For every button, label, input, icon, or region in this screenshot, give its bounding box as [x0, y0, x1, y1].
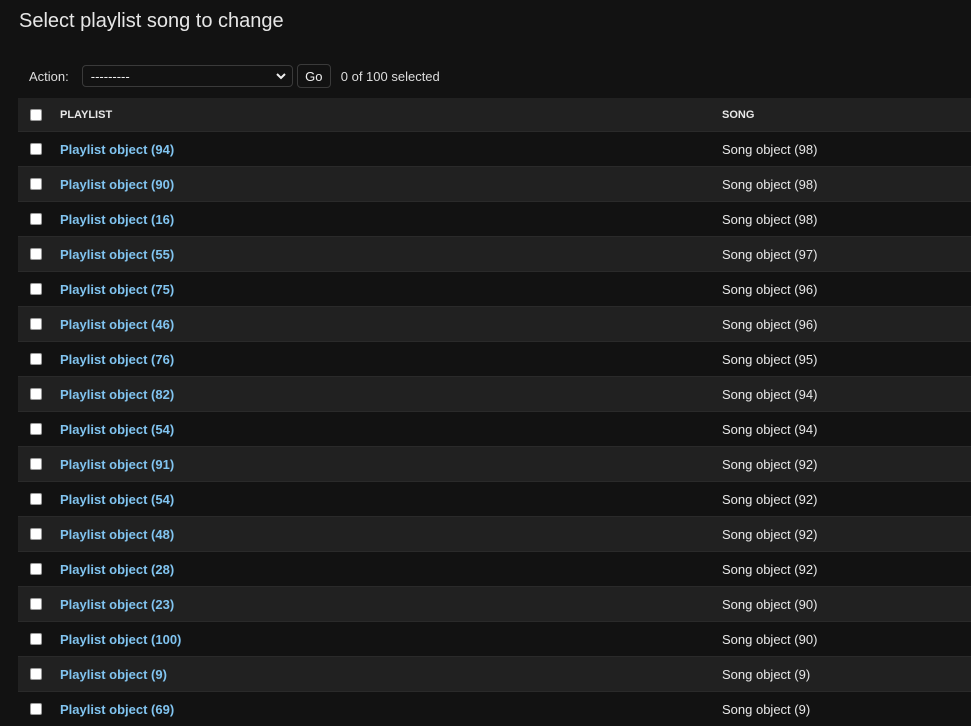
- select-all-checkbox[interactable]: [30, 109, 42, 121]
- action-select-value: ---------: [91, 69, 130, 84]
- row-checkbox[interactable]: [30, 318, 42, 330]
- action-select[interactable]: ---------: [82, 65, 293, 87]
- table-row: Playlist object (100) Song object (90): [18, 622, 971, 657]
- playlist-link[interactable]: Playlist object (54): [60, 492, 174, 507]
- column-header-playlist[interactable]: PLAYLIST: [60, 98, 722, 132]
- row-checkbox[interactable]: [30, 213, 42, 225]
- chevron-down-icon: [276, 73, 286, 80]
- row-checkbox[interactable]: [30, 633, 42, 645]
- playlist-link[interactable]: Playlist object (48): [60, 527, 174, 542]
- playlist-link[interactable]: Playlist object (82): [60, 387, 174, 402]
- results-table: PLAYLIST SONG Playlist object (94) Song …: [18, 98, 971, 726]
- song-cell: Song object (97): [722, 237, 971, 272]
- action-bar: Action: --------- Go 0 of 100 selected: [29, 64, 440, 88]
- row-checkbox[interactable]: [30, 283, 42, 295]
- table-row: Playlist object (75) Song object (96): [18, 272, 971, 307]
- row-checkbox[interactable]: [30, 458, 42, 470]
- table-row: Playlist object (54) Song object (92): [18, 482, 971, 517]
- playlist-link[interactable]: Playlist object (55): [60, 247, 174, 262]
- table-row: Playlist object (48) Song object (92): [18, 517, 971, 552]
- song-cell: Song object (98): [722, 167, 971, 202]
- page-title: Select playlist song to change: [19, 10, 284, 33]
- action-label: Action:: [29, 69, 69, 84]
- table-row: Playlist object (9) Song object (9): [18, 657, 971, 692]
- playlist-link[interactable]: Playlist object (46): [60, 317, 174, 332]
- table-row: Playlist object (23) Song object (90): [18, 587, 971, 622]
- table-row: Playlist object (69) Song object (9): [18, 692, 971, 726]
- song-cell: Song object (9): [722, 657, 971, 692]
- playlist-link[interactable]: Playlist object (9): [60, 667, 167, 682]
- go-button[interactable]: Go: [297, 64, 331, 88]
- row-checkbox[interactable]: [30, 528, 42, 540]
- song-cell: Song object (96): [722, 272, 971, 307]
- playlist-link[interactable]: Playlist object (75): [60, 282, 174, 297]
- row-checkbox[interactable]: [30, 563, 42, 575]
- row-checkbox[interactable]: [30, 248, 42, 260]
- song-cell: Song object (96): [722, 307, 971, 342]
- row-checkbox[interactable]: [30, 388, 42, 400]
- playlist-link[interactable]: Playlist object (100): [60, 632, 181, 647]
- row-checkbox[interactable]: [30, 668, 42, 680]
- playlist-link[interactable]: Playlist object (69): [60, 702, 174, 717]
- song-cell: Song object (98): [722, 132, 971, 167]
- song-cell: Song object (92): [722, 447, 971, 482]
- song-cell: Song object (90): [722, 622, 971, 657]
- playlist-link[interactable]: Playlist object (54): [60, 422, 174, 437]
- playlist-link[interactable]: Playlist object (28): [60, 562, 174, 577]
- table-row: Playlist object (90) Song object (98): [18, 167, 971, 202]
- row-checkbox[interactable]: [30, 143, 42, 155]
- playlist-link[interactable]: Playlist object (23): [60, 597, 174, 612]
- row-checkbox[interactable]: [30, 353, 42, 365]
- playlist-link[interactable]: Playlist object (76): [60, 352, 174, 367]
- row-checkbox[interactable]: [30, 178, 42, 190]
- table-row: Playlist object (91) Song object (92): [18, 447, 971, 482]
- table-row: Playlist object (46) Song object (96): [18, 307, 971, 342]
- song-cell: Song object (94): [722, 377, 971, 412]
- playlist-link[interactable]: Playlist object (91): [60, 457, 174, 472]
- table-row: Playlist object (55) Song object (97): [18, 237, 971, 272]
- row-checkbox[interactable]: [30, 493, 42, 505]
- song-cell: Song object (98): [722, 202, 971, 237]
- row-checkbox[interactable]: [30, 423, 42, 435]
- song-cell: Song object (92): [722, 517, 971, 552]
- song-cell: Song object (95): [722, 342, 971, 377]
- table-row: Playlist object (94) Song object (98): [18, 132, 971, 167]
- playlist-link[interactable]: Playlist object (90): [60, 177, 174, 192]
- row-checkbox[interactable]: [30, 598, 42, 610]
- table-row: Playlist object (28) Song object (92): [18, 552, 971, 587]
- table-row: Playlist object (54) Song object (94): [18, 412, 971, 447]
- song-cell: Song object (92): [722, 552, 971, 587]
- playlist-link[interactable]: Playlist object (94): [60, 142, 174, 157]
- playlist-link[interactable]: Playlist object (16): [60, 212, 174, 227]
- selection-counter: 0 of 100 selected: [341, 69, 440, 84]
- table-row: Playlist object (16) Song object (98): [18, 202, 971, 237]
- table-row: Playlist object (76) Song object (95): [18, 342, 971, 377]
- song-cell: Song object (9): [722, 692, 971, 726]
- song-cell: Song object (92): [722, 482, 971, 517]
- column-header-song[interactable]: SONG: [722, 98, 971, 132]
- table-row: Playlist object (82) Song object (94): [18, 377, 971, 412]
- song-cell: Song object (94): [722, 412, 971, 447]
- song-cell: Song object (90): [722, 587, 971, 622]
